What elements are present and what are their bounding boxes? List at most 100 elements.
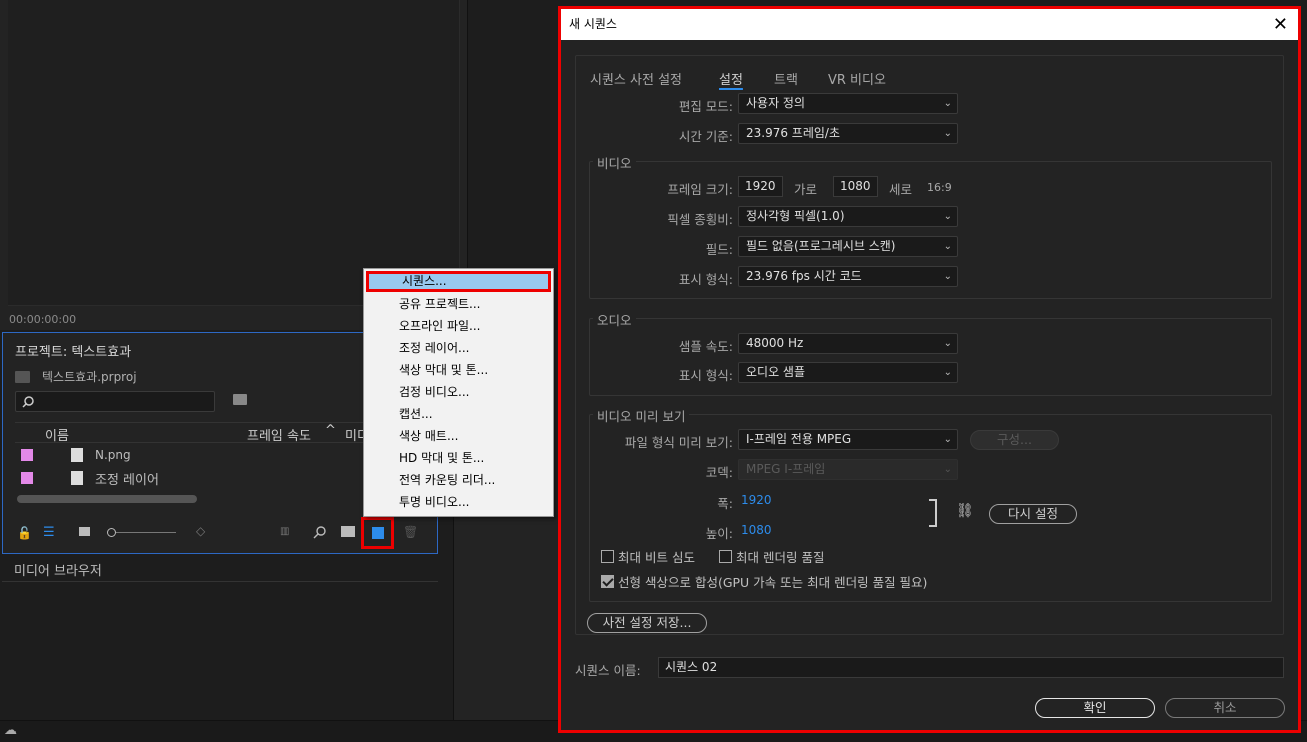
trash-icon[interactable]: 🗑 xyxy=(403,525,418,539)
menu-item-shared-project[interactable]: 공유 프로젝트... xyxy=(366,294,551,315)
video-display-format-select[interactable]: 23.976 fps 시간 코드 ⌄ xyxy=(738,266,958,287)
chevron-down-icon: ⌄ xyxy=(943,98,952,109)
configure-button[interactable]: 구성... xyxy=(970,430,1059,450)
audio-group-title: 오디오 xyxy=(593,310,636,329)
project-toolbar: 🔓 ☰ ◇ ▥ 🗑 xyxy=(15,517,435,549)
chevron-down-icon: ⌄ xyxy=(943,128,952,139)
dialog-title: 새 시퀀스 xyxy=(569,17,617,31)
item-name: N.png xyxy=(95,448,131,462)
tab-tracks[interactable]: 트랙 xyxy=(774,69,798,88)
ok-button[interactable]: 확인 xyxy=(1035,698,1155,718)
horizontal-label: 가로 xyxy=(794,182,818,197)
close-icon[interactable]: ✕ xyxy=(1273,9,1288,40)
cancel-button[interactable]: 취소 xyxy=(1165,698,1285,718)
adjustment-layer-icon xyxy=(71,471,83,485)
horizontal-scrollbar[interactable] xyxy=(17,495,197,503)
edit-mode-label: 편집 모드: xyxy=(678,99,733,114)
label-color-swatch[interactable] xyxy=(21,472,33,484)
chevron-down-icon: ⌄ xyxy=(943,271,952,282)
folder-icon xyxy=(15,370,30,383)
audio-display-format-select[interactable]: 오디오 샘플 ⌄ xyxy=(738,362,958,383)
column-name[interactable]: 이름 xyxy=(45,425,69,444)
menu-item-captions[interactable]: 캡션... xyxy=(366,404,551,425)
menu-item-sequence[interactable]: 시퀀스... xyxy=(366,271,551,292)
linear-color-checkbox[interactable] xyxy=(601,575,614,588)
audio-group xyxy=(589,318,1272,396)
fields-select[interactable]: 필드 없음(프로그레시브 스캔) ⌄ xyxy=(738,236,958,257)
monitor-viewport xyxy=(8,0,460,306)
aspect-ratio: 16:9 xyxy=(927,181,952,194)
preview-height-label: 높이: xyxy=(705,526,733,541)
sequence-name-input[interactable]: 시퀀스 02 xyxy=(658,657,1284,678)
creative-cloud-icon[interactable]: ☁ xyxy=(4,723,17,738)
sort-icon[interactable]: ◇ xyxy=(196,524,205,538)
new-item-icon xyxy=(372,527,384,539)
new-bin-from-search-icon[interactable] xyxy=(233,394,247,405)
timebase-select[interactable]: 23.976 프레임/초 ⌄ xyxy=(738,123,958,144)
codec-select[interactable]: MPEG I-프레임 ⌄ xyxy=(738,459,958,480)
frame-size-label: 프레임 크기: xyxy=(667,182,733,197)
new-bin-icon[interactable] xyxy=(341,526,355,537)
menu-item-transparent-video[interactable]: 투명 비디오... xyxy=(366,492,551,513)
link-bracket xyxy=(929,499,937,527)
preview-format-label: 파일 형식 미리 보기: xyxy=(624,435,733,450)
video-preview-group-title: 비디오 미리 보기 xyxy=(593,406,690,425)
item-name: 조정 레이어 xyxy=(95,473,159,488)
linear-color-option[interactable]: 선형 색상으로 합성(GPU 가속 또는 최대 렌더링 품질 필요) xyxy=(601,572,927,591)
zoom-slider-handle[interactable] xyxy=(107,528,116,537)
zoom-slider[interactable] xyxy=(116,532,176,533)
search-icon xyxy=(22,396,34,408)
max-render-quality-option[interactable]: 최대 렌더링 품질 xyxy=(719,547,824,566)
menu-item-bars-and-tone[interactable]: 색상 막대 및 톤... xyxy=(366,360,551,381)
media-browser-tab[interactable]: 미디어 브라우저 xyxy=(2,560,438,582)
audio-display-format-label: 표시 형식: xyxy=(678,368,733,383)
automate-to-sequence-icon[interactable]: ▥ xyxy=(280,526,289,537)
link-icon[interactable]: ⛓ xyxy=(956,503,974,519)
chevron-down-icon: ⌄ xyxy=(943,211,952,222)
sample-rate-select[interactable]: 48000 Hz ⌄ xyxy=(738,333,958,354)
preview-height-value[interactable]: 1080 xyxy=(741,523,772,537)
menu-item-black-video[interactable]: 검정 비디오... xyxy=(366,382,551,403)
chevron-down-icon: ⌄ xyxy=(943,434,952,445)
sequence-name-label: 시퀀스 이름: xyxy=(575,663,641,678)
tab-settings[interactable]: 설정 xyxy=(719,69,743,88)
menu-item-hd-bars-and-tone[interactable]: HD 막대 및 톤... xyxy=(366,448,551,469)
pixel-aspect-select[interactable]: 정사각형 픽셀(1.0) ⌄ xyxy=(738,206,958,227)
timebase-label: 시간 기준: xyxy=(678,129,733,144)
tab-vr-video[interactable]: VR 비디오 xyxy=(828,69,886,88)
dialog-titlebar: 새 시퀀스 xyxy=(561,9,1298,40)
preview-format-select[interactable]: I-프레임 전용 MPEG ⌄ xyxy=(738,429,958,450)
chevron-down-icon: ⌄ xyxy=(943,464,952,475)
reset-button[interactable]: 다시 설정 xyxy=(989,504,1077,524)
edit-mode-select[interactable]: 사용자 정의 ⌄ xyxy=(738,93,958,114)
save-preset-button[interactable]: 사전 설정 저장... xyxy=(587,613,707,633)
menu-item-color-matte[interactable]: 색상 매트... xyxy=(366,426,551,447)
frame-width-input[interactable]: 1920 xyxy=(738,176,783,197)
preview-width-value[interactable]: 1920 xyxy=(741,493,772,507)
chevron-down-icon: ⌄ xyxy=(943,367,952,378)
frame-height-input[interactable]: 1080 xyxy=(833,176,878,197)
menu-item-adjustment-layer[interactable]: 조정 레이어... xyxy=(366,338,551,359)
video-display-format-label: 표시 형식: xyxy=(678,272,733,287)
max-bit-depth-option[interactable]: 최대 비트 심도 xyxy=(601,547,695,566)
menu-item-universal-counting-leader[interactable]: 전역 카운팅 리더... xyxy=(366,470,551,491)
fields-label: 필드: xyxy=(705,242,733,257)
find-icon[interactable] xyxy=(313,526,326,539)
menu-item-offline-file[interactable]: 오프라인 파일... xyxy=(366,316,551,337)
pixel-aspect-label: 픽셀 종횡비: xyxy=(667,212,733,227)
project-file: 텍스트효과.prproj xyxy=(15,368,137,385)
tab-sequence-presets[interactable]: 시퀀스 사전 설정 xyxy=(590,69,682,88)
chevron-down-icon: ⌄ xyxy=(943,338,952,349)
new-item-button[interactable] xyxy=(361,517,394,549)
list-view-icon[interactable]: ☰ xyxy=(43,525,55,540)
column-frame-rate[interactable]: 프레임 속도 xyxy=(247,425,311,444)
label-color-swatch[interactable] xyxy=(21,449,33,461)
search-input[interactable] xyxy=(15,391,215,412)
lock-icon[interactable]: 🔓 xyxy=(17,526,32,540)
timecode: 00:00:00:00 xyxy=(9,313,77,326)
icon-view-icon[interactable] xyxy=(79,527,90,536)
sort-ascending-icon[interactable]: ^ xyxy=(325,423,336,438)
max-bit-depth-checkbox[interactable] xyxy=(601,550,614,563)
max-render-quality-checkbox[interactable] xyxy=(719,550,732,563)
project-title: 프로젝트: 텍스트효과 xyxy=(15,345,132,360)
